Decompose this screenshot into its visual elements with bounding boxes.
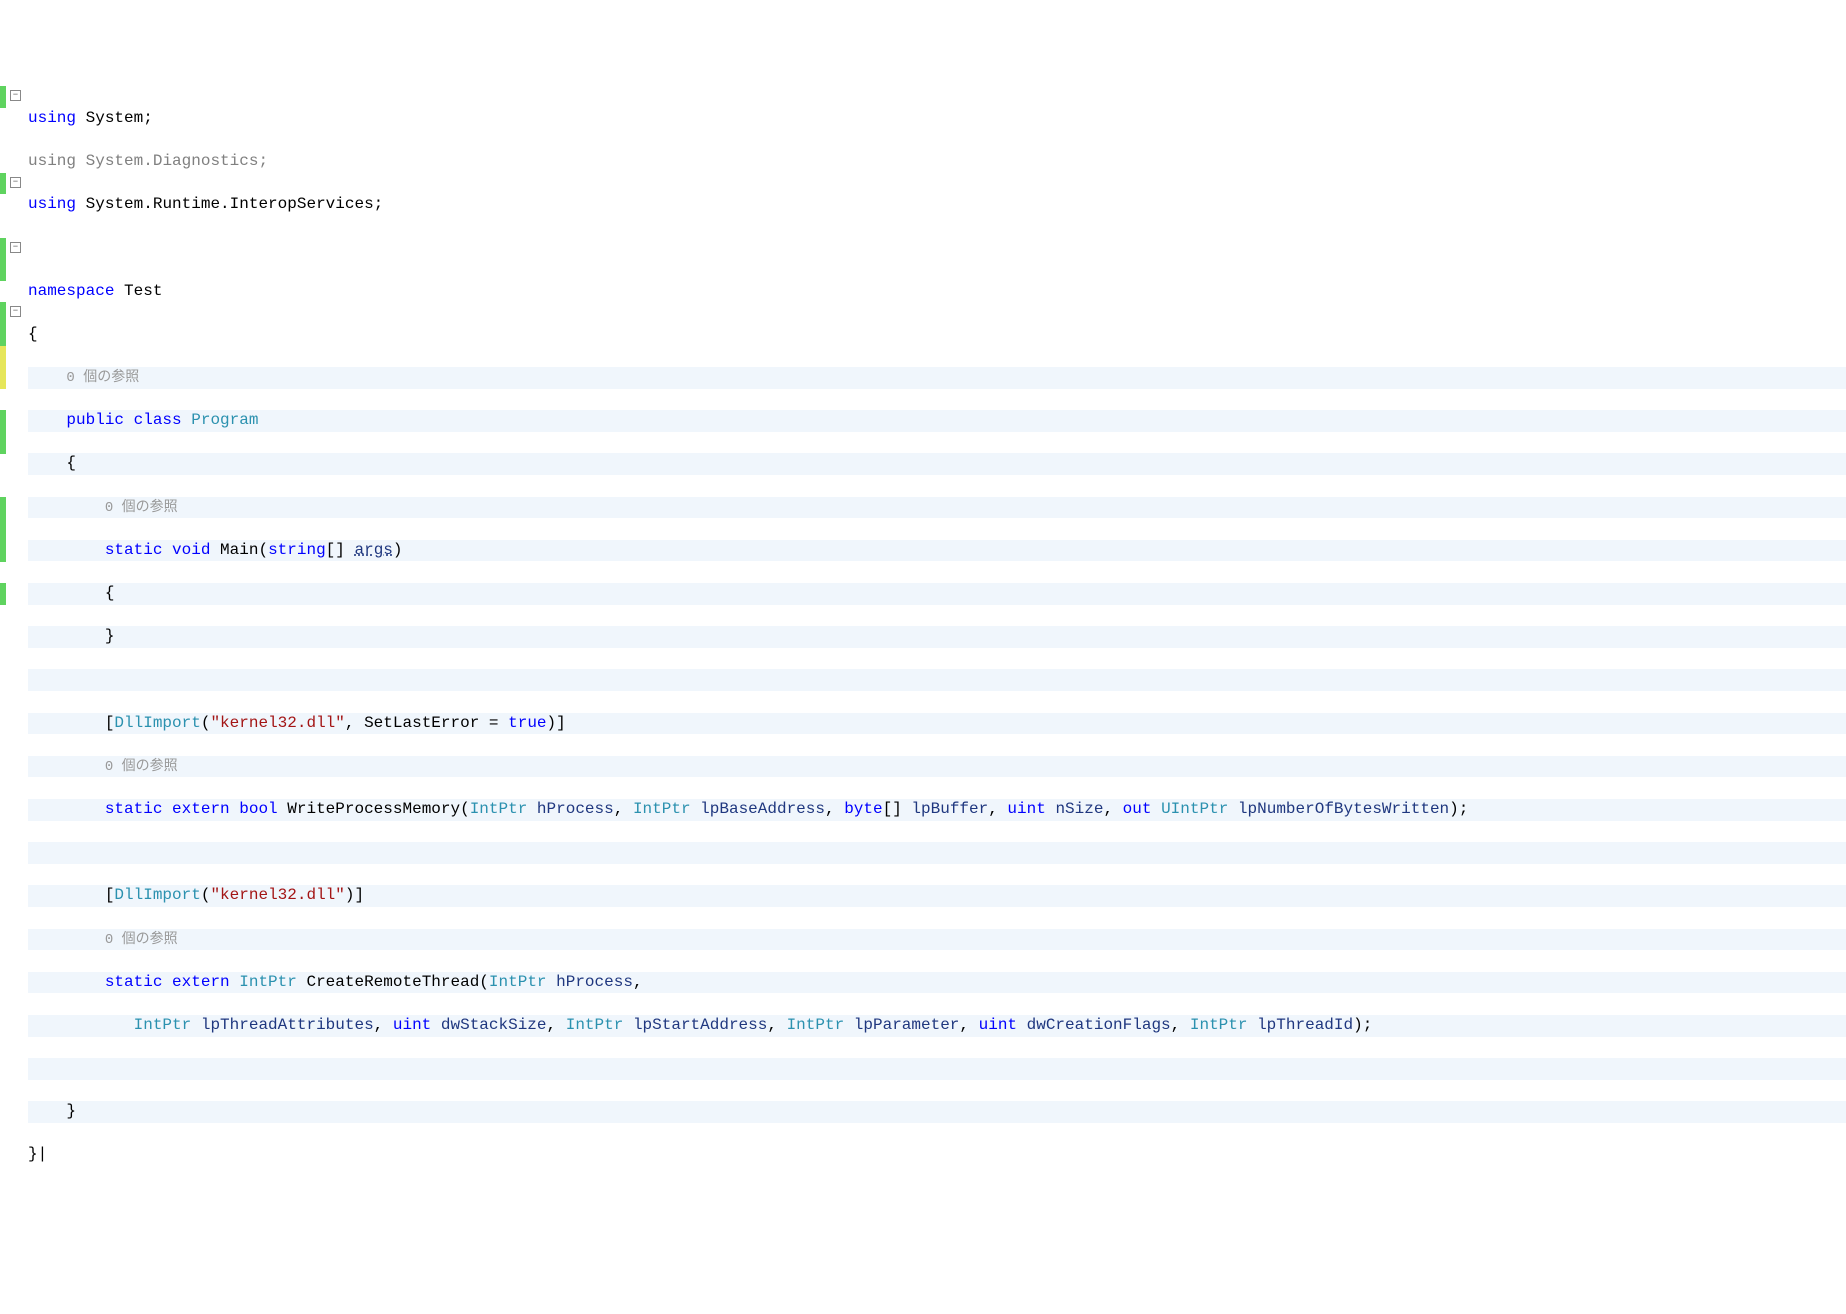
semicolon: ;: [258, 152, 268, 170]
change-marker: [0, 410, 6, 453]
code-area[interactable]: using System; using System.Diagnostics; …: [24, 86, 1846, 1209]
keyword-namespace: namespace: [28, 282, 114, 300]
codelens-line[interactable]: 0 個の参照: [28, 929, 1846, 951]
code-line[interactable]: using System.Runtime.InteropServices;: [28, 194, 1846, 216]
fold-toggle[interactable]: −: [10, 177, 21, 188]
change-marker: [0, 173, 6, 195]
namespace-name: Test: [124, 282, 162, 300]
code-text: [76, 152, 86, 170]
references-count[interactable]: 0 個の参照: [105, 759, 178, 775]
code-line[interactable]: {: [28, 453, 1846, 475]
namespace-name: System.Diagnostics: [86, 152, 259, 170]
string-literal: "kernel32.dll": [210, 886, 344, 904]
method-name: WriteProcessMemory: [287, 800, 460, 818]
brace-cursor: }|: [28, 1145, 47, 1163]
string-literal: "kernel32.dll": [210, 714, 344, 732]
keyword-void: void: [172, 541, 210, 559]
brace: {: [66, 454, 76, 472]
code-line[interactable]: static extern bool WriteProcessMemory(In…: [28, 799, 1846, 821]
code-line[interactable]: namespace Test: [28, 281, 1846, 303]
code-line[interactable]: [28, 842, 1846, 864]
code-line[interactable]: }|: [28, 1144, 1846, 1166]
code-line[interactable]: {: [28, 324, 1846, 346]
code-text: [76, 195, 86, 213]
fold-toggle[interactable]: −: [10, 90, 21, 101]
keyword-public: public: [66, 411, 124, 429]
semicolon: ;: [374, 195, 384, 213]
code-line[interactable]: }: [28, 1101, 1846, 1123]
change-marker: [0, 346, 6, 389]
code-editor[interactable]: − − − − using System; using System.Diagn…: [0, 86, 1846, 1209]
change-marker: [0, 583, 6, 605]
change-marker: [0, 86, 6, 108]
keyword-using: using: [28, 195, 76, 213]
code-text: [76, 109, 86, 127]
gutter: − − − −: [0, 86, 24, 1209]
codelens-line[interactable]: 0 個の参照: [28, 756, 1846, 778]
change-marker: [0, 302, 6, 345]
keyword-using: using: [28, 152, 76, 170]
keyword-using: using: [28, 109, 76, 127]
change-marker: [0, 497, 6, 562]
attribute-name: DllImport: [114, 886, 200, 904]
change-marker: [0, 238, 6, 281]
class-name: Program: [191, 411, 258, 429]
keyword-string: string: [268, 541, 326, 559]
attribute-name: DllImport: [114, 714, 200, 732]
namespace-name: System.Runtime.InteropServices: [86, 195, 374, 213]
brace: }: [105, 627, 115, 645]
code-line[interactable]: IntPtr lpThreadAttributes, uint dwStackS…: [28, 1015, 1846, 1037]
codelens-line[interactable]: 0 個の参照: [28, 497, 1846, 519]
parameter-name: args: [354, 541, 392, 559]
method-name: CreateRemoteThread: [306, 973, 479, 991]
semicolon: ;: [143, 109, 153, 127]
code-line[interactable]: using System;: [28, 108, 1846, 130]
references-count[interactable]: 0 個の参照: [66, 370, 139, 386]
keyword-true: true: [508, 714, 546, 732]
code-line[interactable]: static extern IntPtr CreateRemoteThread(…: [28, 972, 1846, 994]
fold-toggle[interactable]: −: [10, 306, 21, 317]
code-line[interactable]: {: [28, 583, 1846, 605]
keyword-static: static: [105, 541, 163, 559]
code-line[interactable]: public class Program: [28, 410, 1846, 432]
code-line[interactable]: [28, 1058, 1846, 1080]
brace: }: [66, 1102, 76, 1120]
namespace-name: System: [86, 109, 144, 127]
property-assign: SetLastError =: [364, 714, 508, 732]
code-line[interactable]: static void Main(string[] args): [28, 540, 1846, 562]
brace: {: [28, 325, 38, 343]
method-name: Main: [220, 541, 258, 559]
code-line[interactable]: [28, 238, 1846, 260]
code-line[interactable]: [DllImport("kernel32.dll")]: [28, 885, 1846, 907]
code-line[interactable]: using System.Diagnostics;: [28, 151, 1846, 173]
code-line[interactable]: [DllImport("kernel32.dll", SetLastError …: [28, 713, 1846, 735]
code-line[interactable]: }: [28, 626, 1846, 648]
references-count[interactable]: 0 個の参照: [105, 500, 178, 516]
code-line[interactable]: [28, 669, 1846, 691]
codelens-line[interactable]: 0 個の参照: [28, 367, 1846, 389]
brace: {: [105, 584, 115, 602]
fold-toggle[interactable]: −: [10, 242, 21, 253]
references-count[interactable]: 0 個の参照: [105, 932, 178, 948]
keyword-class: class: [134, 411, 182, 429]
